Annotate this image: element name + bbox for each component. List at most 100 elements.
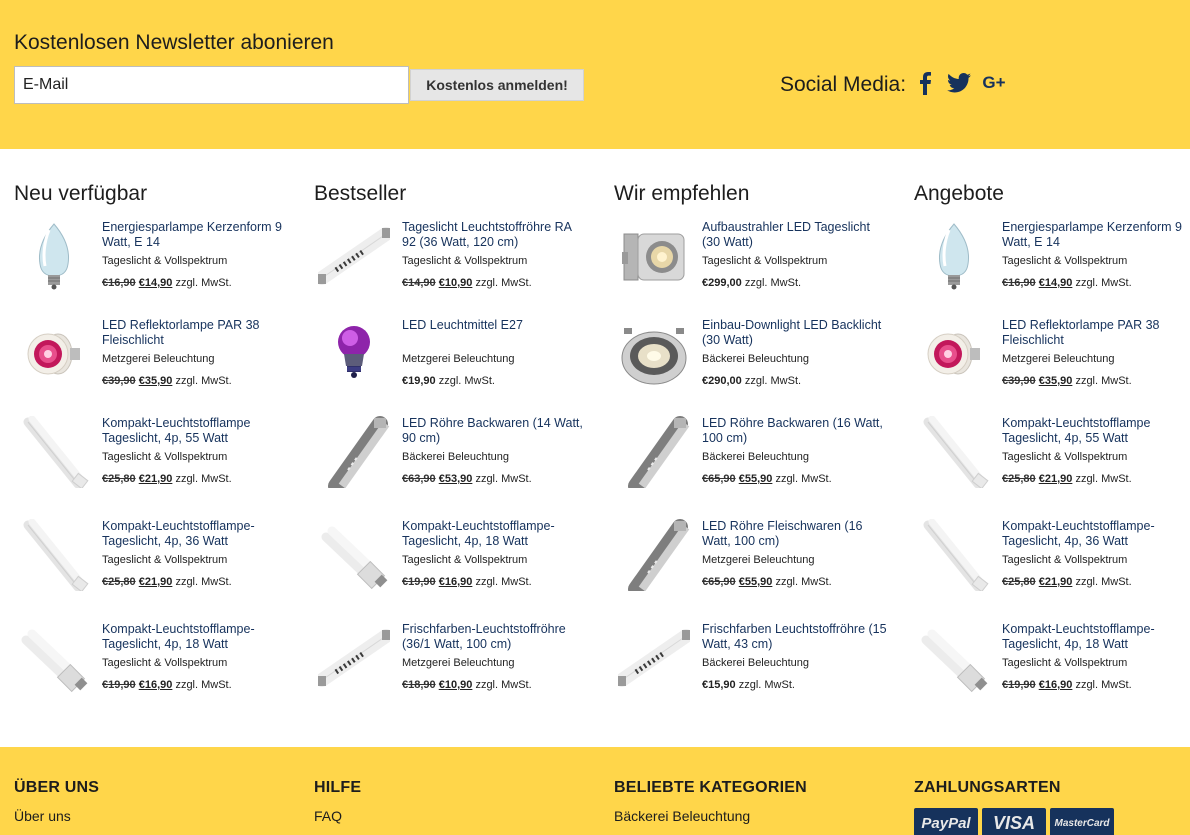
product-name-link[interactable]: LED Reflektorlampe PAR 38 Fleischlicht (102, 318, 288, 347)
tax-note: zzgl. MwSt. (1075, 679, 1132, 691)
footer-heading-help: HILFE (314, 779, 362, 796)
product-price: €25,80 €21,90 zzgl. MwSt. (1002, 576, 1132, 588)
product-category: Metzgerei Beleuchtung (1002, 353, 1115, 365)
old-price: €25,80 (1002, 576, 1036, 588)
old-price: €19,90 (1002, 679, 1036, 691)
product-category: Tageslicht & Vollspektrum (1002, 657, 1128, 669)
product-name-link[interactable]: LED Reflektorlampe PAR 38 Fleischlicht (1002, 318, 1188, 347)
product-name-link[interactable]: Kompakt-Leuchtstofflampe-Tageslicht, 4p,… (1002, 519, 1188, 548)
product-item: LED Röhre Backwaren (14 Watt, 90 cm) Bäck… (314, 416, 594, 506)
product-category: Bäckerei Beleuchtung (702, 451, 810, 463)
tax-note: zzgl. MwSt. (1075, 473, 1132, 485)
compact-tube-long-icon[interactable] (918, 519, 990, 591)
product-price: €25,80 €21,90 zzgl. MwSt. (1002, 473, 1132, 485)
product-item: Frischfarben Leuchtstoffröhre (15 Watt, … (614, 622, 894, 712)
compact-tube-long-icon[interactable] (18, 519, 90, 591)
compact-tube-short-icon[interactable] (18, 622, 90, 694)
tax-note: zzgl. MwSt. (175, 277, 232, 289)
product-item: Kompakt-Leuchtstofflampe-Tageslicht, 4p,… (914, 622, 1190, 712)
product-name-link[interactable]: Kompakt-Leuchtstofflampe-Tageslicht, 4p,… (102, 622, 288, 651)
product-name-link[interactable]: Tageslicht Leuchtstoffröhre RA 92 (36 Wa… (402, 220, 588, 249)
footer-heading-payment: ZAHLUNGSARTEN (914, 779, 1061, 796)
product-price: €39,90 €35,90 zzgl. MwSt. (102, 375, 232, 387)
product-name-link[interactable]: Aufbaustrahler LED Tageslicht (30 Watt) (702, 220, 888, 249)
sale-price: €21,90 (138, 473, 173, 485)
product-item: Frischfarben-Leuchtstoffröhre (36/1 Watt… (314, 622, 594, 712)
tax-note: zzgl. MwSt. (475, 277, 532, 289)
sale-price: €55,90 (738, 473, 773, 485)
tax-note: zzgl. MwSt. (1075, 277, 1132, 289)
current-price: €290,00 (702, 375, 742, 387)
product-item: Tageslicht Leuchtstoffröhre RA 92 (36 Wa… (314, 220, 594, 310)
product-category: Metzgerei Beleuchtung (102, 353, 215, 365)
compact-tube-long-icon[interactable] (18, 416, 90, 488)
paypal-logo: PayPal (914, 808, 978, 835)
product-name-link[interactable]: Einbau-Downlight LED Backlicht (30 Watt) (702, 318, 888, 347)
compact-tube-short-icon[interactable] (318, 519, 390, 591)
product-price: €19,90 €16,90 zzgl. MwSt. (102, 679, 232, 691)
product-name-link[interactable]: Kompakt-Leuchtstofflampe-Tageslicht, 4p,… (402, 519, 588, 548)
google-plus-icon[interactable]: G+ (980, 70, 1008, 96)
old-price: €63,90 (402, 473, 436, 485)
old-price: €65,90 (702, 473, 736, 485)
product-price: €14,90 €10,90 zzgl. MwSt. (402, 277, 532, 289)
fluorescent-tube-icon[interactable] (618, 622, 690, 694)
old-price: €65,90 (702, 576, 736, 588)
product-name-link[interactable]: LED Röhre Backwaren (16 Watt, 100 cm) (702, 416, 888, 445)
product-name-link[interactable]: Kompakt-Leuchtstofflampe Tageslicht, 4p,… (102, 416, 288, 445)
column-title: Neu verfügbar (14, 182, 148, 205)
candle-bulb-icon[interactable] (918, 220, 990, 292)
downlight-icon[interactable] (618, 318, 690, 390)
fluorescent-tube-icon[interactable] (318, 220, 390, 292)
tax-note: zzgl. MwSt. (175, 375, 232, 387)
product-name-link[interactable]: Kompakt-Leuchtstofflampe-Tageslicht, 4p,… (102, 519, 288, 548)
par-reflector-icon[interactable] (918, 318, 990, 390)
track-spotlight-icon[interactable] (618, 220, 690, 292)
product-category: Bäckerei Beleuchtung (402, 451, 510, 463)
product-item: Energiesparlampe Kerzenform 9 Watt, E 14… (914, 220, 1190, 310)
footer-link-about[interactable]: Über uns (14, 808, 71, 824)
tax-note: zzgl. MwSt. (744, 277, 802, 289)
twitter-icon[interactable] (946, 70, 972, 96)
candle-bulb-icon[interactable] (18, 220, 90, 292)
email-input[interactable] (14, 66, 409, 104)
led-tube-icon[interactable] (618, 416, 690, 488)
product-price: €39,90 €35,90 zzgl. MwSt. (1002, 375, 1132, 387)
newsletter-banner: Kostenlosen Newsletter abonieren Kostenl… (0, 0, 1190, 149)
compact-tube-long-icon[interactable] (918, 416, 990, 488)
product-name-link[interactable]: Kompakt-Leuchtstofflampe Tageslicht, 4p,… (1002, 416, 1188, 445)
old-price: €19,90 (402, 576, 436, 588)
facebook-icon[interactable] (916, 70, 934, 96)
product-name-link[interactable]: LED Leuchtmittel E27 (402, 318, 588, 333)
product-name-link[interactable]: Kompakt-Leuchtstofflampe-Tageslicht, 4p,… (1002, 622, 1188, 651)
fluorescent-tube-icon[interactable] (318, 622, 390, 694)
footer-link-faq[interactable]: FAQ (314, 808, 342, 824)
old-price: €25,80 (102, 473, 136, 485)
compact-tube-short-icon[interactable] (918, 622, 990, 694)
product-price: €19,90 zzgl. MwSt. (402, 375, 495, 387)
product-category: Tageslicht & Vollspektrum (1002, 451, 1128, 463)
led-tube-icon[interactable] (318, 416, 390, 488)
product-name-link[interactable]: LED Röhre Backwaren (14 Watt, 90 cm) (402, 416, 588, 445)
par-reflector-icon[interactable] (18, 318, 90, 390)
product-item: Kompakt-Leuchtstofflampe-Tageslicht, 4p,… (14, 519, 294, 609)
product-name-link[interactable]: Energiesparlampe Kerzenform 9 Watt, E 14 (102, 220, 288, 249)
subscribe-button[interactable]: Kostenlos anmelden! (410, 69, 584, 101)
product-name-link[interactable]: LED Röhre Fleischwaren (16 Watt, 100 cm) (702, 519, 888, 548)
old-price: €16,90 (102, 277, 136, 289)
old-price: €18,90 (402, 679, 436, 691)
column-title: Angebote (914, 182, 1004, 205)
sale-price: €55,90 (738, 576, 773, 588)
product-name-link[interactable]: Energiesparlampe Kerzenform 9 Watt, E 14 (1002, 220, 1188, 249)
product-category: Tageslicht & Vollspektrum (1002, 255, 1128, 267)
social-media-label: Social Media: (780, 73, 907, 96)
product-name-link[interactable]: Frischfarben-Leuchtstoffröhre (36/1 Watt… (402, 622, 588, 651)
sale-price: €14,90 (1038, 277, 1073, 289)
product-name-link[interactable]: Frischfarben Leuchtstoffröhre (15 Watt, … (702, 622, 888, 651)
footer-link-baeckerei[interactable]: Bäckerei Beleuchtung (614, 808, 750, 824)
led-tube-icon[interactable] (618, 519, 690, 591)
sale-price: €16,90 (138, 679, 173, 691)
product-category: Metzgerei Beleuchtung (402, 657, 515, 669)
product-item: LED Leuchtmittel E27 Metzgerei Beleuchtun… (314, 318, 594, 408)
led-bulb-purple-icon[interactable] (318, 318, 390, 390)
